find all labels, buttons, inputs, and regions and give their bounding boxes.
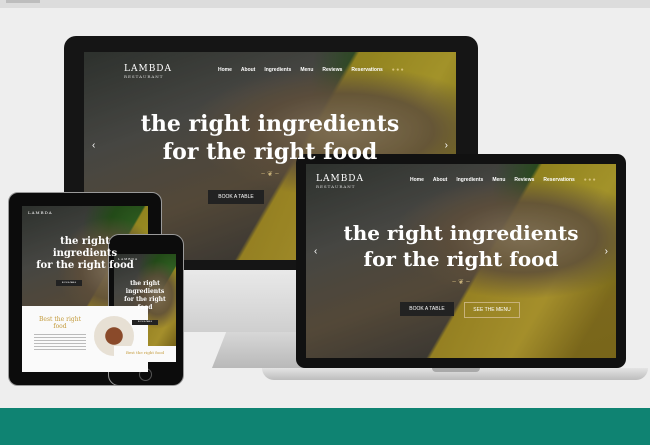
headline-line-3: for the right [124, 296, 166, 303]
headline-line-2: for the right food [162, 139, 378, 165]
brand-logo[interactable]: LAMBDA RESTAURANT [316, 174, 364, 189]
laptop-headline: the right ingredients for the right food [306, 220, 616, 272]
see-menu-button[interactable]: SEE THE MENU [464, 302, 520, 318]
apple-logo-icon [260, 290, 282, 316]
ornament-divider: ~ ❦ ~ [452, 279, 470, 286]
phone-content-panel: Best the right food [114, 346, 176, 362]
nav-ingredients[interactable]: Ingredients [456, 177, 483, 183]
headline-line-3: for the right food [36, 260, 134, 271]
imac-nav-links: Home About Ingredients Menu Reviews Rese… [218, 67, 404, 73]
section-title: Best the right food [125, 350, 165, 355]
book-table-button[interactable]: BOOK A TABLE [208, 190, 264, 204]
chevron-right-icon[interactable]: › [445, 140, 448, 151]
footer-band [0, 408, 650, 445]
chevron-left-icon[interactable]: ‹ [314, 246, 317, 257]
headline-line-1: the right [130, 280, 160, 287]
chevron-right-icon[interactable]: › [605, 246, 608, 257]
book-table-button[interactable]: BOOK A TABLE [132, 320, 158, 325]
top-bar [0, 0, 650, 8]
headline-line-1: the right ingredients [343, 221, 579, 245]
nav-ingredients[interactable]: Ingredients [264, 67, 291, 73]
social-icons[interactable]: ● ● ● [392, 67, 404, 73]
tablet-content-panel: Best the right food [22, 306, 148, 372]
headline-line-1: the right ingredients [140, 111, 400, 137]
book-table-button[interactable]: BOOK A TABLE [400, 302, 454, 316]
nav-menu[interactable]: Menu [492, 177, 505, 183]
laptop-nav-links: Home About Ingredients Menu Reviews Rese… [410, 177, 596, 183]
brand-logo[interactable]: LAMBDA RESTAURANT [124, 64, 172, 79]
imac-nav: LAMBDA RESTAURANT Home About Ingredients … [84, 52, 456, 86]
phone-headline: the right ingredients for the right food [114, 280, 176, 312]
nav-reviews[interactable]: Reviews [514, 177, 534, 183]
nav-about[interactable]: About [433, 177, 447, 183]
body-text-lines [34, 334, 86, 350]
nav-home[interactable]: Home [410, 177, 424, 183]
imac-headline: the right ingredients for the right food [84, 110, 456, 166]
tablet-headline: the right ingredients for the right food [22, 236, 148, 272]
nav-home[interactable]: Home [218, 67, 232, 73]
chevron-left-icon[interactable]: ‹ [92, 140, 95, 151]
brand-logo[interactable]: LAMBDA [28, 210, 53, 215]
nav-reservations[interactable]: Reservations [351, 67, 382, 73]
nav-reservations[interactable]: Reservations [543, 177, 574, 183]
laptop-screen: LAMBDA RESTAURANT Home About Ingredients … [306, 164, 616, 358]
book-table-button[interactable]: BOOK A TABLE [56, 280, 82, 286]
top-tab [6, 0, 40, 3]
headline-line-2: ingredients [125, 288, 165, 295]
laptop-notch [432, 368, 480, 372]
nav-menu[interactable]: Menu [300, 67, 313, 73]
headline-line-4: food [137, 304, 153, 311]
nav-about[interactable]: About [241, 67, 255, 73]
laptop-nav: LAMBDA RESTAURANT Home About Ingredients … [306, 164, 616, 194]
social-icons[interactable]: ● ● ● [584, 177, 596, 183]
headline-line-1: the right [60, 236, 110, 247]
section-title: Best the right food [39, 316, 81, 330]
nav-reviews[interactable]: Reviews [322, 67, 342, 73]
brand-logo[interactable]: LAMBDA [118, 257, 138, 261]
headline-line-2: for the right food [363, 247, 559, 271]
